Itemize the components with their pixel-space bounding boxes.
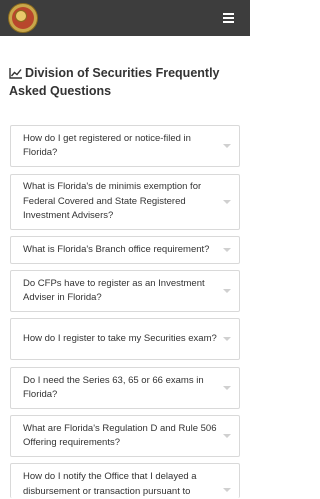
faq-item[interactable]: How do I get registered or notice-filed …	[10, 125, 240, 167]
chevron-down-icon	[223, 144, 231, 148]
hamburger-menu-icon[interactable]	[223, 13, 234, 23]
faq-item[interactable]: What are Florida's Regulation D and Rule…	[10, 415, 240, 457]
chevron-down-icon	[223, 200, 231, 204]
faq-question: What are Florida's Regulation D and Rule…	[23, 422, 217, 449]
chevron-down-icon	[223, 386, 231, 390]
faq-question: How do I get registered or notice-filed …	[23, 132, 191, 159]
page-title: Division of Securities Frequently Asked …	[9, 64, 239, 100]
faq-item[interactable]: Do I need the Series 63, 65 or 66 exams …	[10, 367, 240, 409]
chevron-down-icon	[223, 289, 231, 293]
faq-item[interactable]: What is Florida's de minimis exemption f…	[10, 174, 240, 230]
page-title-text: Division of Securities Frequently Asked …	[9, 66, 220, 98]
faq-question: Do I need the Series 63, 65 or 66 exams …	[23, 374, 204, 401]
chevron-down-icon	[223, 488, 231, 492]
faq-item[interactable]: Do CFPs have to register as an Investmen…	[10, 270, 240, 312]
faq-item[interactable]: What is Florida's Branch office requirem…	[10, 236, 240, 264]
faq-question: Do CFPs have to register as an Investmen…	[23, 277, 205, 304]
faq-question: What is Florida's de minimis exemption f…	[23, 181, 202, 222]
faq-item[interactable]: How do I notify the Office that I delaye…	[10, 463, 240, 498]
top-navigation-bar	[0, 0, 250, 36]
florida-seal-logo[interactable]	[8, 3, 38, 33]
faq-item[interactable]: How do I register to take my Securities …	[10, 318, 240, 360]
line-chart-icon	[9, 68, 22, 79]
chevron-down-icon	[223, 434, 231, 438]
faq-question: How do I register to take my Securities …	[23, 332, 217, 344]
chevron-down-icon	[223, 337, 231, 341]
chevron-down-icon	[223, 248, 231, 252]
seal-center	[15, 10, 27, 22]
faq-question: How do I notify the Office that I delaye…	[23, 471, 197, 497]
faq-question: What is Florida's Branch office requirem…	[23, 243, 210, 255]
